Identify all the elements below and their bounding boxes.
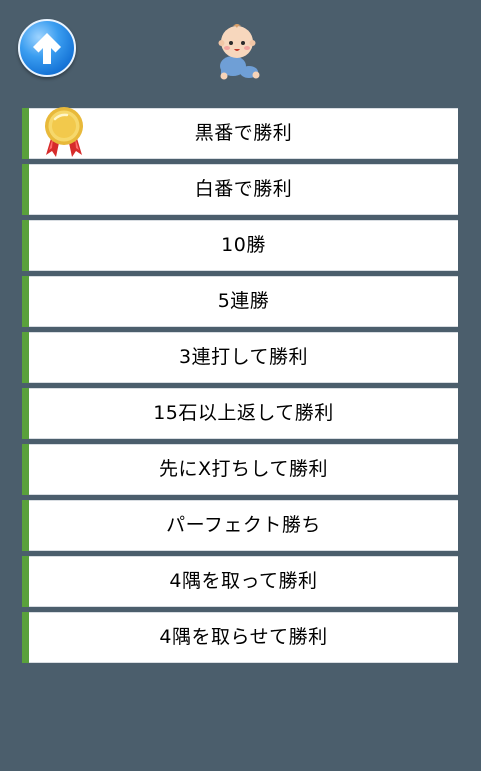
achievement-label: 4隅を取って勝利 <box>169 570 318 592</box>
achievement-item-x-square[interactable]: 先にX打ちして勝利 <box>22 444 458 495</box>
achievement-label: 10勝 <box>221 234 266 256</box>
medal-icon <box>45 107 83 157</box>
achievement-item-white-win[interactable]: 白番で勝利 <box>22 164 458 215</box>
achievement-label: 15石以上返して勝利 <box>153 402 334 424</box>
achievement-label: 3連打して勝利 <box>178 346 309 368</box>
achievement-label: 先にX打ちして勝利 <box>159 458 328 480</box>
achievement-item-4-corners-give[interactable]: 4隅を取らせて勝利 <box>22 612 458 663</box>
achievement-item-15-stones[interactable]: 15石以上返して勝利 <box>22 388 458 439</box>
achievement-label: 5連勝 <box>217 290 270 312</box>
achievement-label: 4隅を取らせて勝利 <box>159 626 328 648</box>
achievement-item-black-win[interactable]: 黒番で勝利 <box>22 107 458 159</box>
achievement-list: 黒番で勝利 白番で勝利 10勝 5連勝 3連打して勝利 15石以上返して勝利 先… <box>22 107 458 668</box>
achievement-label: 白番で勝利 <box>194 178 293 200</box>
achievement-item-5-streak[interactable]: 5連勝 <box>22 276 458 327</box>
achievement-item-perfect-win[interactable]: パーフェクト勝ち <box>22 500 458 551</box>
achievement-item-10-wins[interactable]: 10勝 <box>22 220 458 271</box>
achievement-label: 黒番で勝利 <box>194 122 293 144</box>
achievement-item-3-consecutive[interactable]: 3連打して勝利 <box>22 332 458 383</box>
arrow-up-icon <box>33 33 61 64</box>
achievement-label: パーフェクト勝ち <box>166 514 321 536</box>
baby-crawling-icon <box>218 24 260 80</box>
back-button[interactable] <box>18 19 76 77</box>
achievement-item-4-corners-take[interactable]: 4隅を取って勝利 <box>22 556 458 607</box>
